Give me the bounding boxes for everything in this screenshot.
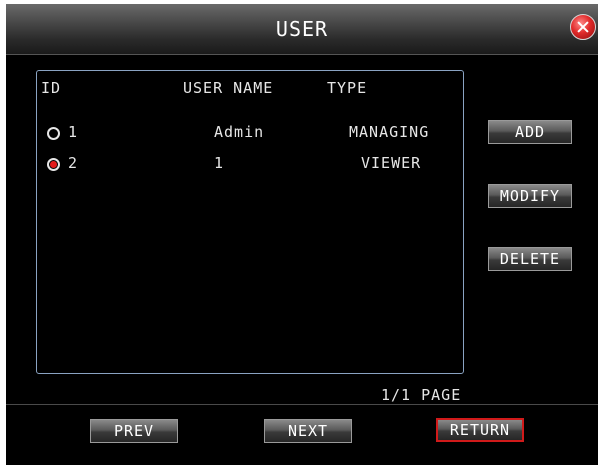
row-id: 2 xyxy=(68,154,79,172)
user-list-panel: ID USER NAME TYPE 1 Admin MANAGING 2 1 V… xyxy=(36,70,464,374)
close-icon[interactable] xyxy=(570,14,596,40)
row-type: MANAGING xyxy=(349,123,430,141)
column-header-user-name: USER NAME xyxy=(183,79,274,97)
delete-button[interactable]: DELETE xyxy=(488,247,572,271)
window-title: USER xyxy=(275,17,329,41)
row-radio-button[interactable] xyxy=(47,127,60,140)
row-radio-button-selected[interactable] xyxy=(47,158,60,171)
page-indicator: 1/1 PAGE xyxy=(381,386,462,404)
next-button[interactable]: NEXT xyxy=(264,419,352,443)
prev-button[interactable]: PREV xyxy=(90,419,178,443)
row-id: 1 xyxy=(68,123,79,141)
title-bar: USER xyxy=(6,4,598,55)
return-button[interactable]: RETURN xyxy=(436,418,524,442)
footer-divider xyxy=(6,404,598,405)
column-header-id: ID xyxy=(41,79,62,97)
row-user-name: Admin xyxy=(214,123,265,141)
user-window: USER ID USER NAME TYPE 1 Admin MANAGING … xyxy=(6,4,598,465)
row-user-name: 1 xyxy=(214,154,225,172)
add-button[interactable]: ADD xyxy=(488,120,572,144)
column-header-type: TYPE xyxy=(327,79,368,97)
row-type: VIEWER xyxy=(361,154,422,172)
modify-button[interactable]: MODIFY xyxy=(488,184,572,208)
